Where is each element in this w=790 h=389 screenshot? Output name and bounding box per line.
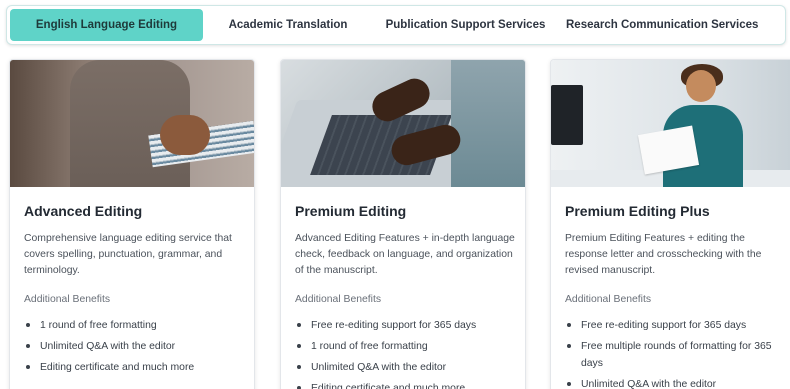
benefits-label: Additional Benefits <box>295 294 382 305</box>
service-card-premium-editing-plus[interactable]: Premium Editing Plus Premium Editing Fea… <box>550 59 790 389</box>
card-title: Premium Editing <box>295 203 407 219</box>
benefit-item: Editing certificate and much more <box>295 380 519 389</box>
benefit-item: 1 round of free formatting <box>24 317 248 334</box>
benefit-item: Unlimited Q&A with the editor <box>565 376 789 389</box>
tab-academic-translation[interactable]: Academic Translation <box>203 9 373 41</box>
card-description: Advanced Editing Features + in-depth lan… <box>295 233 515 276</box>
benefits-list: 1 round of free formatting Unlimited Q&A… <box>24 317 248 380</box>
benefit-item: Free re-editing support for 365 days <box>565 317 789 334</box>
service-card-advanced-editing[interactable]: Advanced Editing Comprehensive language … <box>9 59 255 389</box>
benefits-list: Free re-editing support for 365 days 1 r… <box>295 317 519 389</box>
service-card-premium-editing[interactable]: Premium Editing Advanced Editing Feature… <box>280 59 526 389</box>
service-tabs: English Language Editing Academic Transl… <box>6 5 786 45</box>
card-description: Premium Editing Features + editing the r… <box>565 233 762 276</box>
benefit-item: Unlimited Q&A with the editor <box>24 338 248 355</box>
benefit-item: Editing certificate and much more <box>24 359 248 376</box>
tab-research-communication-services[interactable]: Research Communication Services <box>558 9 758 41</box>
card-title: Advanced Editing <box>24 203 143 219</box>
card-description: Comprehensive language editing service t… <box>24 233 232 276</box>
card-photo-laptop <box>281 60 525 187</box>
card-photo-woman-reading <box>551 60 790 187</box>
benefits-label: Additional Benefits <box>565 294 652 305</box>
card-photo-books <box>10 60 254 187</box>
benefit-item: Free re-editing support for 365 days <box>295 317 519 334</box>
tab-publication-support-services[interactable]: Publication Support Services <box>373 9 558 41</box>
benefits-label: Additional Benefits <box>24 294 111 305</box>
benefit-item: Free multiple rounds of formatting for 3… <box>565 338 789 372</box>
benefit-item: 1 round of free formatting <box>295 338 519 355</box>
benefit-item: Unlimited Q&A with the editor <box>295 359 519 376</box>
tab-english-language-editing[interactable]: English Language Editing <box>10 9 203 41</box>
benefits-list: Free re-editing support for 365 days Fre… <box>565 317 789 389</box>
card-title: Premium Editing Plus <box>565 203 710 219</box>
